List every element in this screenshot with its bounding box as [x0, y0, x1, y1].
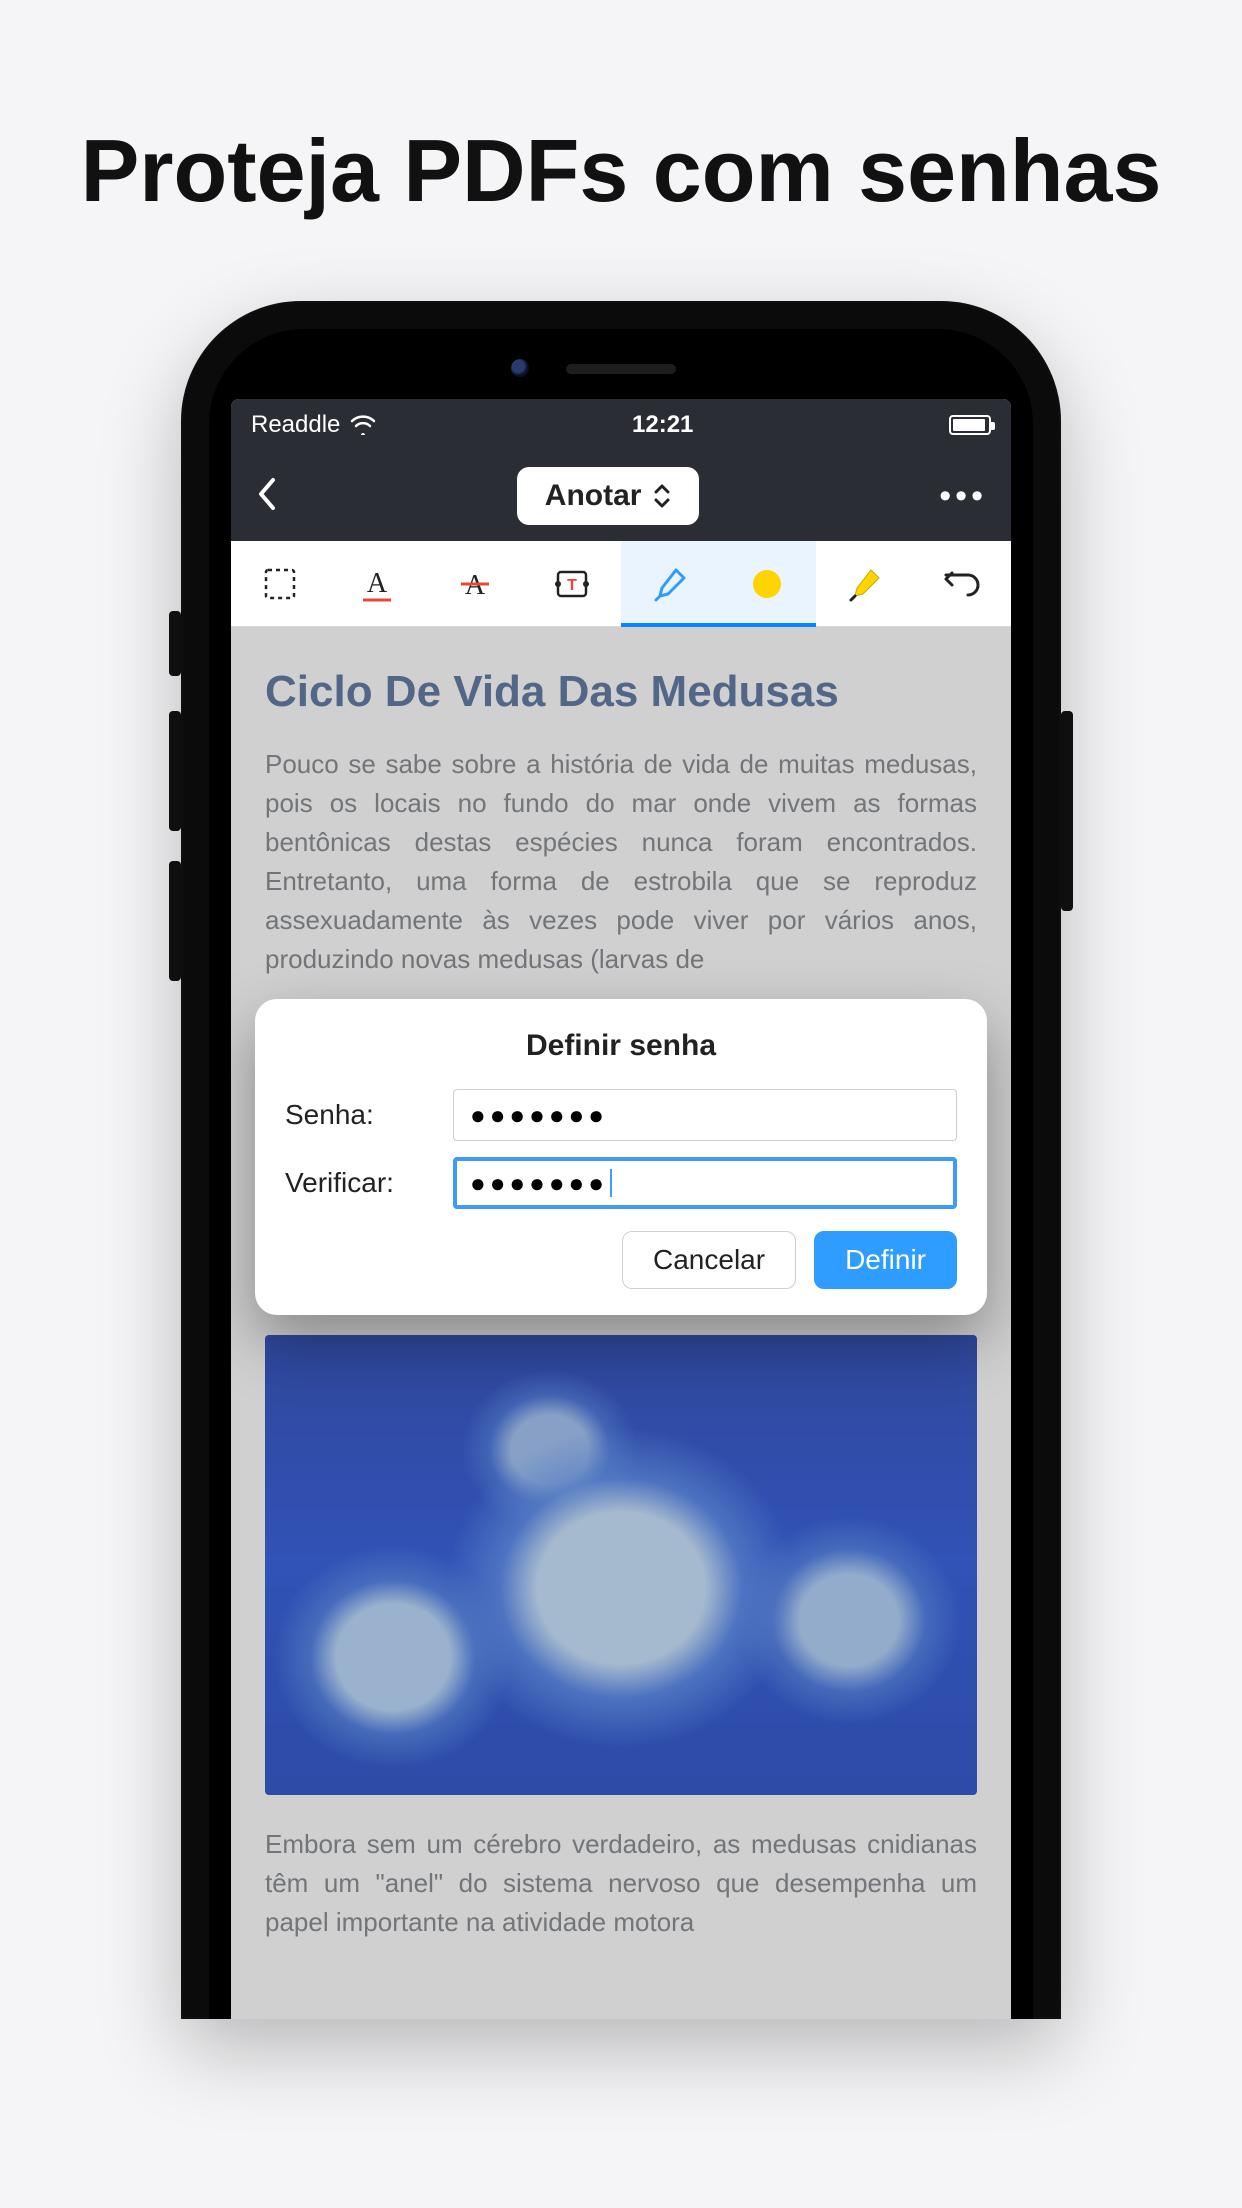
- carrier-label: Readdle: [251, 411, 340, 439]
- verify-value: ●●●●●●●: [470, 1168, 608, 1199]
- volume-down: [169, 861, 181, 981]
- power-button: [1061, 711, 1073, 911]
- clock: 12:21: [632, 411, 693, 439]
- document-viewport[interactable]: Ciclo De Vida Das Medusas Pouco se sabe …: [231, 627, 1011, 2019]
- verify-label: Verificar:: [285, 1167, 435, 1199]
- mode-label: Anotar: [545, 479, 642, 513]
- confirm-button[interactable]: Definir: [814, 1231, 957, 1289]
- back-button[interactable]: [255, 476, 277, 517]
- svg-text:A: A: [367, 568, 388, 599]
- tool-textbox[interactable]: T: [524, 541, 622, 626]
- tool-highlighter[interactable]: [621, 541, 719, 626]
- tool-select-box[interactable]: [231, 541, 329, 626]
- chevron-up-down-icon: [653, 483, 671, 509]
- verify-input[interactable]: ●●●●●●●: [453, 1157, 957, 1209]
- password-value: ●●●●●●●: [470, 1100, 608, 1131]
- wifi-icon: [350, 415, 376, 435]
- tool-marker[interactable]: [816, 541, 914, 626]
- battery-icon: [949, 415, 991, 435]
- set-password-modal: Definir senha Senha: ●●●●●●● Verificar: …: [255, 999, 987, 1315]
- more-button[interactable]: •••: [939, 477, 987, 516]
- modal-backdrop: [231, 627, 1011, 2019]
- password-label: Senha:: [285, 1099, 435, 1131]
- text-caret: [610, 1169, 612, 1197]
- mute-switch: [169, 611, 181, 676]
- tool-underline[interactable]: A: [329, 541, 427, 626]
- annotation-toolbar: A A T: [231, 541, 1011, 627]
- mode-selector[interactable]: Anotar: [517, 467, 700, 525]
- phone-frame: Readdle 12:21: [181, 301, 1061, 2019]
- cancel-button[interactable]: Cancelar: [622, 1231, 796, 1289]
- front-camera: [511, 359, 529, 377]
- tool-undo[interactable]: [914, 541, 1012, 626]
- screen: Readdle 12:21: [231, 399, 1011, 2019]
- tool-strikethrough[interactable]: A: [426, 541, 524, 626]
- speaker-grille: [566, 364, 676, 374]
- svg-text:T: T: [567, 577, 577, 594]
- status-bar: Readdle 12:21: [231, 399, 1011, 451]
- password-input[interactable]: ●●●●●●●: [453, 1089, 957, 1141]
- modal-title: Definir senha: [285, 1029, 957, 1063]
- tool-color[interactable]: [719, 541, 817, 626]
- volume-up: [169, 711, 181, 831]
- nav-bar: Anotar •••: [231, 451, 1011, 541]
- marketing-title: Proteja PDFs com senhas: [0, 0, 1242, 281]
